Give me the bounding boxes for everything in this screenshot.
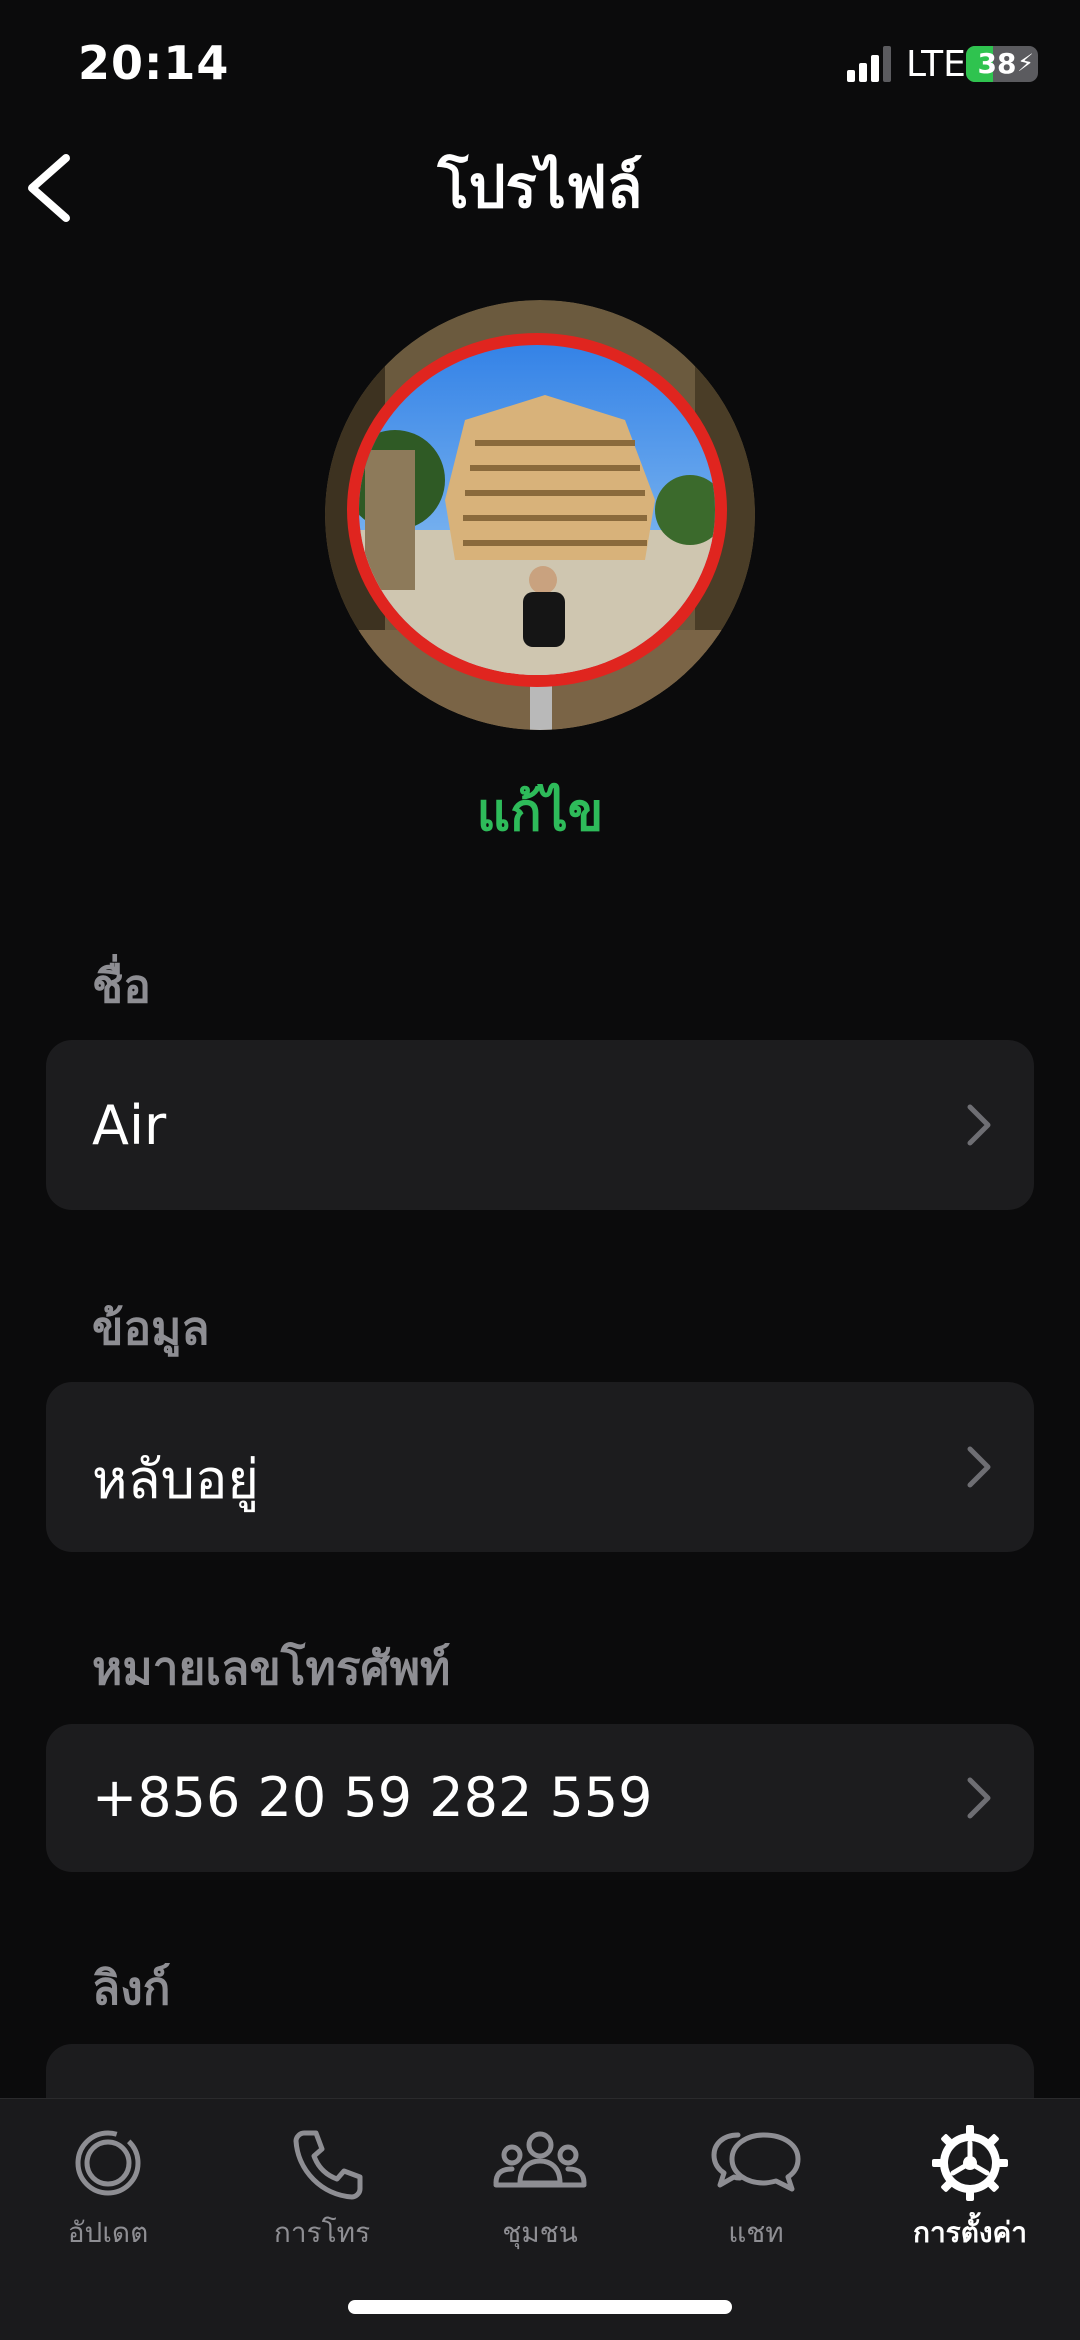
home-indicator [348, 2300, 732, 2314]
status-time: 20:14 [78, 36, 230, 90]
signal-icon [847, 46, 891, 82]
chevron-right-icon [967, 1777, 991, 1819]
tab-settings[interactable]: การตั้งค่า [870, 2123, 1070, 2255]
tab-label: การตั้งค่า [912, 2216, 1028, 2249]
communities-icon [493, 2131, 587, 2188]
tab-updates[interactable]: อัปเดต [8, 2123, 208, 2255]
edit-profile-link[interactable]: แก้ไข [0, 770, 1080, 853]
chats-icon [711, 2132, 801, 2192]
about-value: หลับอยู่ [92, 1448, 260, 1511]
updates-icon [75, 2130, 141, 2196]
tab-chats[interactable]: แชท [656, 2123, 856, 2255]
phone-icon [293, 2130, 363, 2200]
tab-calls[interactable]: การโทร [222, 2123, 422, 2255]
chevron-right-icon [967, 1446, 991, 1488]
page-title: โปรไฟล์ [437, 153, 643, 221]
about-section-label: ข้อมูล [92, 1301, 210, 1355]
profile-avatar[interactable] [325, 300, 755, 730]
charging-bolt-icon: ⚡ [1017, 49, 1034, 77]
tab-label: การโทร [273, 2216, 371, 2249]
about-row[interactable]: หลับอยู่ [46, 1382, 1034, 1552]
links-section-label: ลิงก์ [92, 1961, 171, 2015]
tab-communities[interactable]: ชุมชน [440, 2123, 640, 2255]
chevron-right-icon [967, 1104, 991, 1146]
battery-icon: 38 ⚡ [966, 46, 1038, 82]
phone-section-label: หมายเลขโทรศัพท์ [92, 1641, 451, 1695]
name-row[interactable]: Air [46, 1040, 1034, 1210]
tab-label: แชท [728, 2216, 784, 2249]
tab-label: ชุมชน [502, 2216, 578, 2249]
tab-label: อัปเดต [67, 2216, 149, 2249]
name-value: Air [92, 1094, 167, 1157]
network-type: LTE [906, 44, 966, 85]
phone-value: +856 20 59 282 559 [92, 1766, 653, 1829]
phone-row[interactable]: +856 20 59 282 559 [46, 1724, 1034, 1872]
name-section-label: ชื่อ [92, 959, 151, 1013]
settings-icon [932, 2125, 1008, 2201]
status-bar: 20:14 LTE 38 ⚡ [0, 0, 1080, 130]
